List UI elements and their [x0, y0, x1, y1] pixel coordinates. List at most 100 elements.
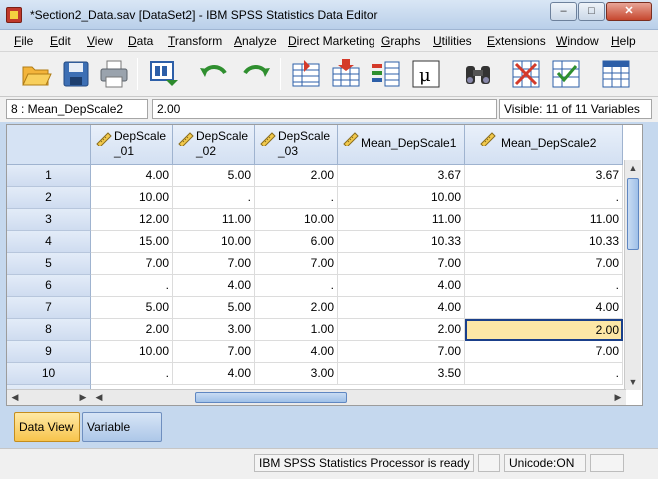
menu-transform[interactable]: Transform — [168, 34, 222, 48]
data-cell[interactable]: 7.00 — [173, 253, 255, 275]
print-icon[interactable] — [98, 58, 130, 90]
undo-icon[interactable] — [198, 58, 230, 90]
redo-icon[interactable] — [240, 58, 272, 90]
split-file-icon[interactable] — [510, 58, 542, 90]
data-cell[interactable]: 11.00 — [465, 209, 623, 231]
row-header-scrollbar[interactable]: ◀ ▶ — [7, 389, 91, 405]
menu-file[interactable]: File — [14, 34, 33, 48]
data-cell[interactable]: . — [465, 275, 623, 297]
selected-data-cell[interactable]: 2.00 — [465, 319, 623, 341]
column-header-mean-depscale2[interactable]: Mean_DepScale2 — [465, 125, 623, 165]
data-cell[interactable]: 7.00 — [338, 253, 465, 275]
menu-view[interactable]: View — [87, 34, 113, 48]
cell-value-field[interactable]: 2.00 — [152, 99, 497, 119]
data-cell[interactable]: 11.00 — [338, 209, 465, 231]
scroll-left-icon[interactable]: ◀ — [91, 390, 107, 405]
row-header[interactable]: 1 — [7, 165, 91, 187]
vertical-scroll-thumb[interactable] — [627, 178, 639, 250]
data-cell[interactable]: 7.00 — [173, 341, 255, 363]
variables-icon[interactable] — [370, 58, 402, 90]
data-cell[interactable]: 7.00 — [91, 253, 173, 275]
data-cell[interactable]: 1.00 — [255, 319, 338, 341]
data-cell[interactable]: . — [91, 275, 173, 297]
tab-variable-view[interactable]: Variable View — [82, 412, 162, 462]
column-header-depscale-02[interactable]: DepScale _02 — [173, 125, 255, 165]
save-icon[interactable] — [60, 58, 92, 90]
row-header[interactable]: 7 — [7, 297, 91, 319]
data-cell[interactable]: 2.00 — [255, 165, 338, 187]
data-cell[interactable]: 6.00 — [255, 231, 338, 253]
data-cell[interactable]: 11.00 — [173, 209, 255, 231]
data-cell[interactable]: 4.00 — [173, 363, 255, 385]
menu-help[interactable]: Help — [611, 34, 636, 48]
scroll-left-icon[interactable]: ◀ — [7, 390, 23, 405]
data-cell[interactable]: . — [465, 187, 623, 209]
horizontal-scroll-thumb[interactable] — [195, 392, 347, 403]
row-header[interactable]: 2 — [7, 187, 91, 209]
data-cell[interactable]: . — [255, 275, 338, 297]
open-icon[interactable] — [20, 58, 52, 90]
row-header[interactable]: 10 — [7, 363, 91, 385]
column-header-mean-depscale1[interactable]: Mean_DepScale1 — [338, 125, 465, 165]
dialog-recall-icon[interactable] — [148, 58, 180, 90]
menu-edit[interactable]: Edit — [50, 34, 71, 48]
data-cell[interactable]: 7.00 — [465, 253, 623, 275]
menu-extensions[interactable]: Extensions — [487, 34, 546, 48]
value-labels-icon[interactable]: μ — [410, 58, 442, 90]
data-cell[interactable]: 4.00 — [91, 165, 173, 187]
scroll-right-icon[interactable]: ▶ — [75, 390, 91, 405]
data-cell[interactable]: 10.00 — [91, 341, 173, 363]
column-header-depscale-03[interactable]: DepScale _03 — [255, 125, 338, 165]
data-cell[interactable]: 7.00 — [255, 253, 338, 275]
data-cell[interactable]: 5.00 — [173, 165, 255, 187]
vertical-scrollbar[interactable]: ▲ ▼ — [624, 160, 641, 390]
data-cell[interactable]: . — [173, 187, 255, 209]
scroll-right-icon[interactable]: ▶ — [610, 390, 626, 405]
data-cell[interactable]: 2.00 — [338, 319, 465, 341]
row-header[interactable]: 3 — [7, 209, 91, 231]
data-cell[interactable]: 7.00 — [338, 341, 465, 363]
go-to-variable-icon[interactable] — [330, 58, 362, 90]
data-cell[interactable]: 10.00 — [173, 231, 255, 253]
maximize-button[interactable]: □ — [578, 2, 605, 21]
data-cell[interactable]: 10.00 — [91, 187, 173, 209]
data-cell[interactable]: 4.00 — [338, 297, 465, 319]
menu-data[interactable]: Data — [128, 34, 153, 48]
data-cell[interactable]: 10.33 — [338, 231, 465, 253]
data-cell[interactable]: . — [255, 187, 338, 209]
data-cell[interactable]: 2.00 — [255, 297, 338, 319]
menu-analyze[interactable]: Analyze — [234, 34, 277, 48]
row-header[interactable]: 6 — [7, 275, 91, 297]
row-header[interactable]: 5 — [7, 253, 91, 275]
horizontal-scrollbar[interactable]: ◀ ▶ — [91, 389, 626, 405]
data-cell[interactable]: 4.00 — [173, 275, 255, 297]
row-header[interactable]: 8 — [7, 319, 91, 341]
data-cell[interactable]: 3.00 — [255, 363, 338, 385]
grid-corner[interactable] — [7, 125, 91, 165]
spss-app-icon[interactable] — [6, 7, 22, 23]
scroll-up-icon[interactable]: ▲ — [625, 160, 641, 176]
data-cell[interactable]: 3.67 — [465, 165, 623, 187]
minimize-button[interactable]: – — [550, 2, 577, 21]
data-cell[interactable]: 2.00 — [91, 319, 173, 341]
data-cell[interactable]: 5.00 — [173, 297, 255, 319]
data-cell[interactable]: 15.00 — [91, 231, 173, 253]
menu-utilities[interactable]: Utilities — [433, 34, 472, 48]
data-cell[interactable]: 12.00 — [91, 209, 173, 231]
close-button[interactable]: ✕ — [606, 2, 652, 21]
row-header[interactable]: 9 — [7, 341, 91, 363]
scroll-down-icon[interactable]: ▼ — [625, 374, 641, 390]
row-header[interactable]: 4 — [7, 231, 91, 253]
menu-direct-marketing[interactable]: Direct Marketing — [288, 34, 374, 48]
menu-window[interactable]: Window — [556, 34, 599, 48]
find-icon[interactable] — [462, 58, 494, 90]
tab-data-view[interactable]: Data View — [14, 412, 80, 442]
column-header-depscale-01[interactable]: DepScale _01 — [91, 125, 173, 165]
data-cell[interactable]: . — [91, 363, 173, 385]
data-cell[interactable]: 4.00 — [465, 297, 623, 319]
data-cell[interactable]: 3.00 — [173, 319, 255, 341]
menu-graphs[interactable]: Graphs — [381, 34, 420, 48]
data-cell[interactable]: 10.33 — [465, 231, 623, 253]
data-cell[interactable]: 10.00 — [338, 187, 465, 209]
data-cell[interactable]: 3.67 — [338, 165, 465, 187]
